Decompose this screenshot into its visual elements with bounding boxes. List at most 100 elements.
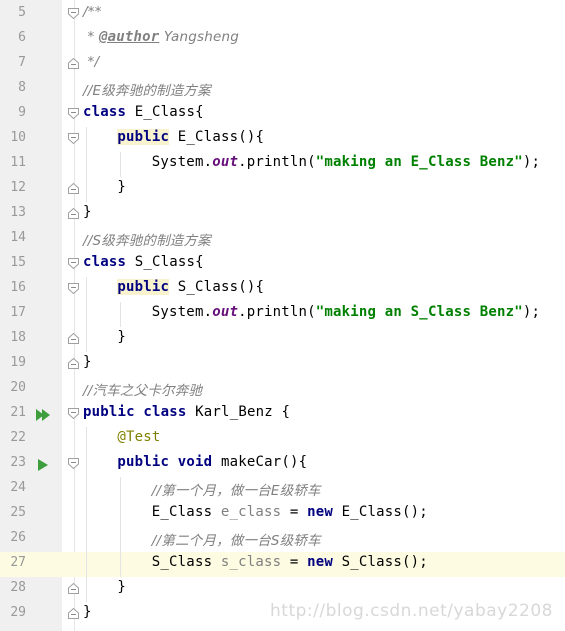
indent-guide	[86, 502, 87, 527]
fold-open-icon[interactable]	[68, 108, 79, 119]
fold-close-icon[interactable]	[68, 583, 79, 594]
code-text: }	[83, 204, 92, 220]
code-line[interactable]: 24 //第一个月，做一台E级轿车	[0, 477, 565, 502]
code-line[interactable]: 19}	[0, 352, 565, 377]
code-line[interactable]: 21 public class Karl_Benz {	[0, 402, 565, 427]
code-text: E_Class e_class = new E_Class();	[152, 504, 428, 520]
indent-guide	[86, 577, 87, 602]
code-line[interactable]: 25 E_Class e_class = new E_Class();	[0, 502, 565, 527]
code-text: S_Class s_class = new S_Class();	[152, 554, 428, 570]
code-token: .println(	[238, 154, 316, 170]
code-token: new	[307, 504, 334, 520]
fold-close-icon[interactable]	[68, 58, 79, 69]
code-line[interactable]: 23 public void makeCar(){	[0, 452, 565, 477]
code-token: S_Class();	[333, 554, 428, 570]
code-editor[interactable]: 5/** 6 * @author Yangsheng 7 */ 8 //E级奔驰的制造方…	[0, 0, 565, 631]
code-line[interactable]: 8 //E级奔驰的制造方案	[0, 77, 565, 102]
line-number: 12	[10, 180, 26, 195]
indent-guide	[120, 527, 122, 552]
indent-guide	[86, 327, 87, 352]
code-text: //E级奔驰的制造方案	[83, 79, 211, 99]
line-number: 21	[10, 405, 26, 420]
code-text: public void makeCar(){	[117, 454, 307, 470]
code-token: S_Class(){	[169, 279, 265, 295]
code-line[interactable]: 16 public S_Class(){	[0, 277, 565, 302]
code-text: @Test	[117, 429, 160, 445]
line-number: 29	[10, 605, 26, 620]
fold-open-icon[interactable]	[68, 8, 79, 19]
line-number: 18	[10, 330, 26, 345]
code-line[interactable]: 11 System.out.println("making an E_Class …	[0, 152, 565, 177]
code-token: public void	[117, 454, 213, 470]
indent-guide	[86, 152, 87, 177]
code-line[interactable]: 12}	[0, 177, 565, 202]
indent-guide	[86, 452, 87, 477]
fold-close-icon[interactable]	[68, 208, 79, 219]
code-line[interactable]: 7 */	[0, 52, 565, 77]
fold-open-icon[interactable]	[68, 408, 79, 419]
indent-guide	[86, 427, 87, 452]
code-line[interactable]: 13}	[0, 202, 565, 227]
code-token: @Test	[117, 429, 161, 445]
code-token: }	[83, 354, 92, 370]
line-number: 20	[10, 380, 26, 395]
code-token: }	[83, 604, 92, 620]
code-line[interactable]: 27 S_Class s_class = new S_Class();	[0, 552, 565, 577]
fold-open-icon[interactable]	[68, 458, 79, 469]
code-token: );	[522, 154, 541, 170]
indent-guide	[120, 502, 122, 527]
code-token: new	[307, 554, 334, 570]
code-token: //E级奔驰的制造方案	[83, 83, 211, 99]
code-token: }	[117, 579, 127, 595]
code-text: System.out.println("making an E_Class Be…	[152, 154, 540, 170]
code-token: class	[83, 254, 127, 270]
code-line[interactable]: 18}	[0, 327, 565, 352]
code-token: E_Class{	[126, 104, 204, 120]
fold-close-icon[interactable]	[68, 358, 79, 369]
line-number: 14	[10, 230, 26, 245]
code-line[interactable]: 22 @Test	[0, 427, 565, 452]
code-token: E_Class();	[333, 504, 428, 520]
run-test-icon[interactable]	[35, 457, 51, 473]
line-number: 26	[10, 530, 26, 545]
code-text: public S_Class(){	[117, 279, 264, 295]
code-line[interactable]: 15 class S_Class{	[0, 252, 565, 277]
code-token: Yangsheng	[159, 29, 240, 45]
code-text: /**	[83, 4, 102, 20]
code-text: }	[83, 604, 92, 620]
code-token: =	[281, 554, 308, 570]
indent-guide	[86, 477, 87, 502]
indent-guide	[120, 152, 122, 177]
line-number: 16	[10, 280, 26, 295]
fold-open-icon[interactable]	[68, 258, 79, 269]
line-number: 25	[10, 505, 26, 520]
code-line[interactable]: 10 public E_Class(){	[0, 127, 565, 152]
indent-guide	[86, 552, 87, 577]
fold-close-icon[interactable]	[68, 608, 79, 619]
indent-guide	[86, 302, 87, 327]
code-line[interactable]: 5 /**	[0, 2, 565, 27]
watermark: http://blog.csdn.net/yabay2208	[270, 601, 553, 621]
code-token: public	[117, 279, 170, 295]
code-line[interactable]: 28}	[0, 577, 565, 602]
line-number: 11	[10, 155, 26, 170]
code-line[interactable]: 9 class E_Class{	[0, 102, 565, 127]
code-token: System.	[151, 154, 213, 170]
code-line[interactable]: 20 //汽车之父卡尔奔驰	[0, 377, 565, 402]
fold-open-icon[interactable]	[68, 283, 79, 294]
run-all-tests-icon[interactable]	[35, 407, 51, 423]
code-token: S_Class	[151, 554, 221, 570]
indent-guide	[86, 277, 87, 302]
code-line[interactable]: 6 * @author Yangsheng	[0, 27, 565, 52]
code-line[interactable]: 26 //第二个月，做一台S级轿车	[0, 527, 565, 552]
fold-open-icon[interactable]	[68, 133, 79, 144]
fold-close-icon[interactable]	[68, 183, 79, 194]
code-token: *	[83, 29, 99, 45]
code-token: out	[212, 154, 239, 170]
line-number: 8	[18, 80, 26, 95]
code-token: public	[117, 129, 170, 145]
code-line[interactable]: 17 System.out.println("making an S_Class …	[0, 302, 565, 327]
line-number: 19	[10, 355, 26, 370]
fold-close-icon[interactable]	[68, 333, 79, 344]
code-line[interactable]: 14 //S级奔驰的制造方案	[0, 227, 565, 252]
